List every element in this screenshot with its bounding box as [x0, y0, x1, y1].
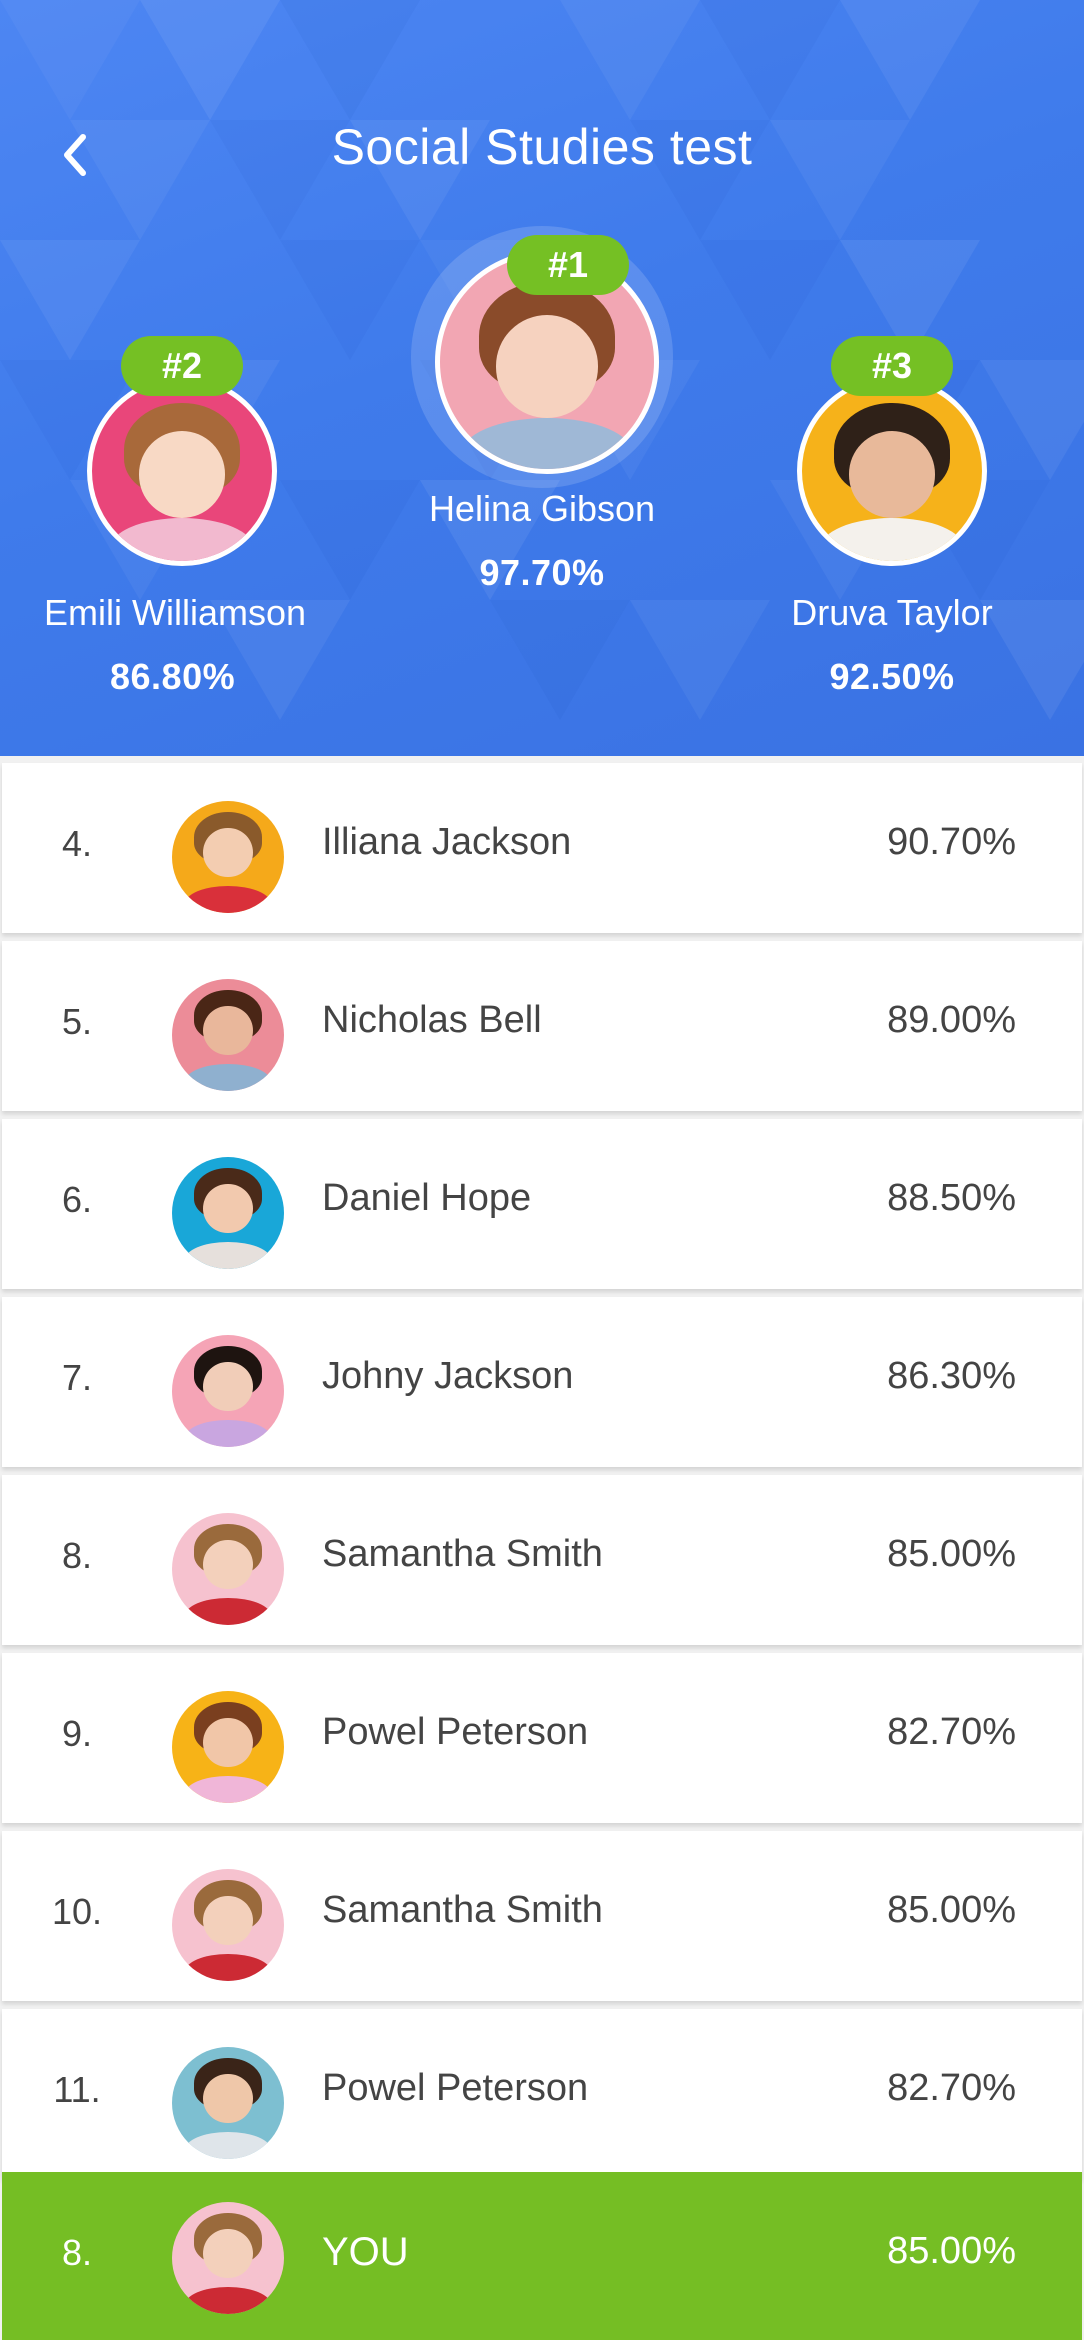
student-score: 85.00% [887, 1889, 1016, 1931]
list-item[interactable]: 5. Nicholas Bell 89.00% [2, 941, 1082, 1111]
rank-number: 7. [61, 1357, 93, 1398]
list-item[interactable]: 10. Samantha Smith 85.00% [2, 1831, 1082, 2001]
student-name: Illiana Jackson [322, 821, 572, 863]
list-item[interactable]: 7. Johny Jackson 86.30% [2, 1297, 1082, 1467]
avatar [172, 979, 284, 1091]
list-item[interactable]: 6. Daniel Hope 88.50% [2, 1119, 1082, 1289]
podium-third[interactable]: #3 Druva Taylor 92.50% [742, 336, 1042, 698]
student-name: Powel Peterson [322, 2067, 589, 2109]
avatar [172, 1513, 284, 1625]
student-score: 86.30% [887, 1355, 1016, 1397]
student-score: 85.00% [887, 1533, 1016, 1575]
student-score: 88.50% [887, 1177, 1016, 1219]
leaderboard-header: Social Studies test #1 Helina Gibson 97.… [0, 0, 1084, 756]
podium-score: 97.70% [479, 552, 605, 593]
student-score: 85.00% [887, 2230, 1016, 2272]
rank-number: 8. [61, 1535, 93, 1576]
rank-number: 9. [61, 1713, 93, 1754]
rank-number: 8. [61, 2232, 93, 2273]
avatar [172, 2202, 284, 2314]
avatar [172, 1691, 284, 1803]
podium-score: 86.80% [110, 656, 236, 697]
rank-badge: #3 [831, 336, 953, 396]
rank-number: 11. [53, 2069, 101, 2110]
student-name: Samantha Smith [322, 1889, 603, 1931]
podium-score: 92.50% [829, 656, 955, 697]
list-item[interactable]: 11. Powel Peterson 82.70% [2, 2009, 1082, 2179]
student-score: 82.70% [887, 1711, 1016, 1753]
rank-number: 5. [61, 1001, 93, 1042]
avatar [172, 2047, 284, 2159]
avatar [797, 376, 987, 566]
student-name: Daniel Hope [322, 1177, 532, 1219]
student-score: 82.70% [887, 2067, 1016, 2109]
student-name: Samantha Smith [322, 1533, 603, 1575]
podium-first[interactable]: #1 Helina Gibson 97.70% [392, 226, 692, 594]
student-name: Nicholas Bell [322, 999, 542, 1041]
podium-name: Helina Gibson [428, 488, 656, 529]
rank-number: 6. [61, 1179, 93, 1220]
list-item[interactable]: 9. Powel Peterson 82.70% [2, 1653, 1082, 1823]
avatar [172, 1869, 284, 1981]
avatar [87, 376, 277, 566]
rank-badge: #1 [507, 235, 629, 295]
rank-number: 4. [61, 823, 93, 864]
student-name: Johny Jackson [322, 1355, 574, 1397]
avatar [172, 1335, 284, 1447]
student-name: YOU [322, 2230, 409, 2274]
avatar [172, 1157, 284, 1269]
avatar [172, 801, 284, 913]
podium-name: Druva Taylor [791, 592, 993, 633]
student-score: 90.70% [887, 821, 1016, 863]
rank-badge: #2 [121, 336, 243, 396]
page-title: Social Studies test [331, 119, 753, 175]
list-item[interactable]: 4. Illiana Jackson 90.70% [2, 763, 1082, 933]
rank-number: 10. [51, 1891, 103, 1932]
list-item[interactable]: 8. Samantha Smith 85.00% [2, 1475, 1082, 1645]
student-score: 89.00% [887, 999, 1016, 1041]
current-user-row[interactable]: 8. YOU 85.00% [2, 2172, 1082, 2340]
student-name: Powel Peterson [322, 1711, 589, 1753]
podium-name: Emili Williamson [44, 592, 307, 633]
podium-second[interactable]: #2 Emili Williamson 86.80% [30, 336, 340, 698]
